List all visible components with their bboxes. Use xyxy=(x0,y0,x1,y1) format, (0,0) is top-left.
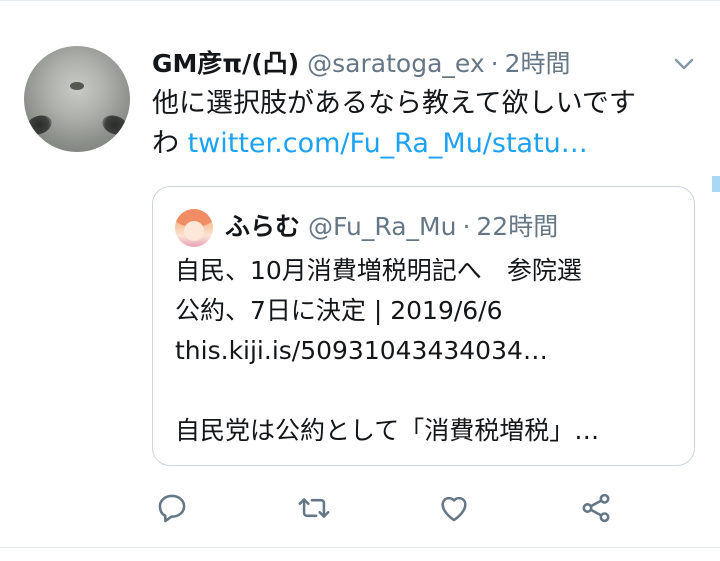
quote-line: 自民党は公約として「消費税増税」… xyxy=(175,416,600,445)
chevron-down-icon[interactable] xyxy=(672,54,696,74)
share-icon[interactable] xyxy=(576,488,616,528)
quote-line: this.kiji.is/50931043434034… xyxy=(175,336,548,365)
quote-timestamp: 22時間 xyxy=(476,212,559,241)
timestamp[interactable]: 2時間 xyxy=(505,44,571,84)
tweet[interactable]: GM彦π/(凸) @saratoga_ex · 2時間 他に選択肢があるなら教え… xyxy=(0,0,720,561)
quote-avatar[interactable] xyxy=(175,209,213,247)
quote-separator-dot: · xyxy=(462,212,471,241)
quote-header: ふらむ @Fu_Ra_Mu · 22時間 xyxy=(225,207,558,247)
quoted-tweet[interactable]: ふらむ @Fu_Ra_Mu · 22時間 自民、10月消費増税明記へ 参院選 公… xyxy=(152,186,695,466)
user-handle[interactable]: @saratoga_ex xyxy=(307,44,484,84)
display-name[interactable]: GM彦π/(凸) xyxy=(152,44,299,84)
action-bar xyxy=(0,488,720,528)
separator-dot: · xyxy=(490,49,499,78)
tweet-text: 他に選択肢があるなら教えて欲しいです わ twitter.com/Fu_Ra_M… xyxy=(152,84,700,164)
scroll-indicator xyxy=(712,176,720,192)
tweet-link[interactable]: twitter.com/Fu_Ra_Mu/statu… xyxy=(188,128,588,159)
retweet-icon[interactable] xyxy=(294,488,334,528)
quote-line: 自民、10月消費増税明記へ 参院選 xyxy=(175,256,582,285)
quote-blank-line xyxy=(175,371,675,411)
like-icon[interactable] xyxy=(434,488,474,528)
tweet-text-line2: わ twitter.com/Fu_Ra_Mu/statu… xyxy=(152,124,700,164)
quote-line: 公約、7日に決定 | 2019/6/6 xyxy=(175,296,503,325)
tweet-header: GM彦π/(凸) @saratoga_ex · 2時間 xyxy=(152,44,570,84)
bottom-divider xyxy=(0,547,720,548)
quote-display-name: ふらむ xyxy=(225,212,301,241)
tweet-text-line1: 他に選択肢があるなら教えて欲しいです xyxy=(152,88,636,119)
avatar-nose xyxy=(70,82,84,90)
top-divider xyxy=(0,0,720,1)
quote-user-handle: @Fu_Ra_Mu xyxy=(308,212,457,241)
avatar[interactable] xyxy=(24,46,130,152)
avatar-eye-left xyxy=(24,112,55,138)
quote-avatar-face xyxy=(184,221,204,241)
avatar-eye-right xyxy=(99,112,130,138)
tweet-text-prefix: わ xyxy=(152,128,188,159)
quote-body: 自民、10月消費増税明記へ 参院選 公約、7日に決定 | 2019/6/6 th… xyxy=(175,251,675,451)
reply-icon[interactable] xyxy=(152,488,192,528)
